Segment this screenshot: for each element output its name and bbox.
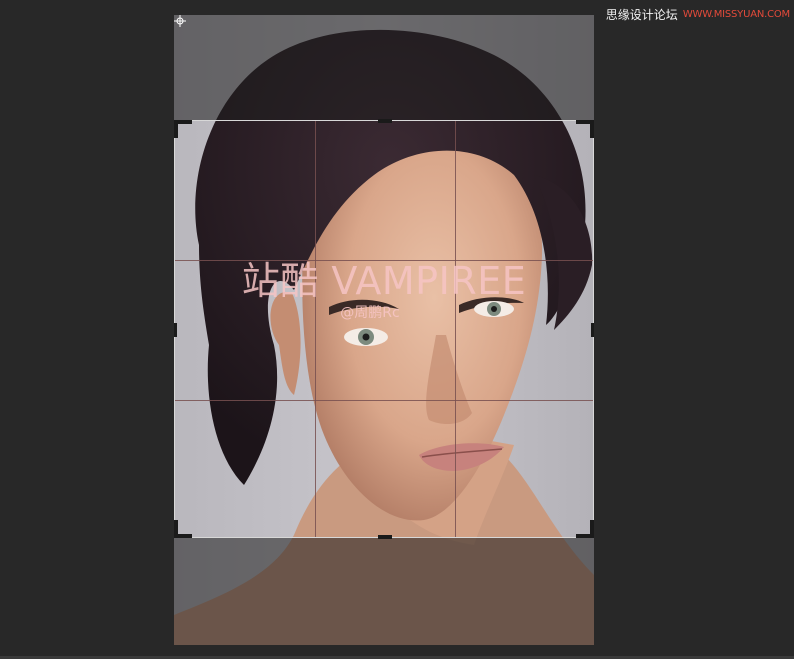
crop-shade-bottom <box>174 538 594 645</box>
crop-handle-top-left[interactable] <box>174 120 192 138</box>
crop-grid-line <box>455 121 456 537</box>
crop-handle-top-right[interactable] <box>576 120 594 138</box>
watermark-site-name: 思缘设计论坛 <box>605 8 678 22</box>
overlay-title: 站酷 VAMPIREE <box>241 259 527 303</box>
crop-handle-left[interactable] <box>174 323 177 337</box>
crop-handle-bottom-right[interactable] <box>576 520 594 538</box>
crop-grid-line <box>315 121 316 537</box>
crosshair-icon[interactable] <box>174 15 186 27</box>
crop-shade-top <box>174 15 594 120</box>
overlay-author: @周鹏Rc <box>174 305 594 321</box>
crop-handle-bottom-left[interactable] <box>174 520 192 538</box>
overlay-author-text: @周鹏Rc <box>340 305 400 321</box>
site-watermark: 思缘设计论坛 WWW.MISSYUAN.COM <box>606 8 790 22</box>
crop-handle-bottom[interactable] <box>378 535 392 539</box>
crop-handle-top[interactable] <box>378 119 392 123</box>
watermark-site-url: WWW.MISSYUAN.COM <box>682 9 790 20</box>
crop-handle-right[interactable] <box>591 323 594 337</box>
crop-box[interactable] <box>174 119 594 539</box>
crop-grid-line <box>175 400 593 401</box>
photoshop-canvas-area: 思缘设计论坛 WWW.MISSYUAN.COM 站酷 VAMPIREE @周鹏R… <box>0 0 794 659</box>
document-image[interactable]: 站酷 VAMPIREE @周鹏Rc <box>174 15 594 645</box>
